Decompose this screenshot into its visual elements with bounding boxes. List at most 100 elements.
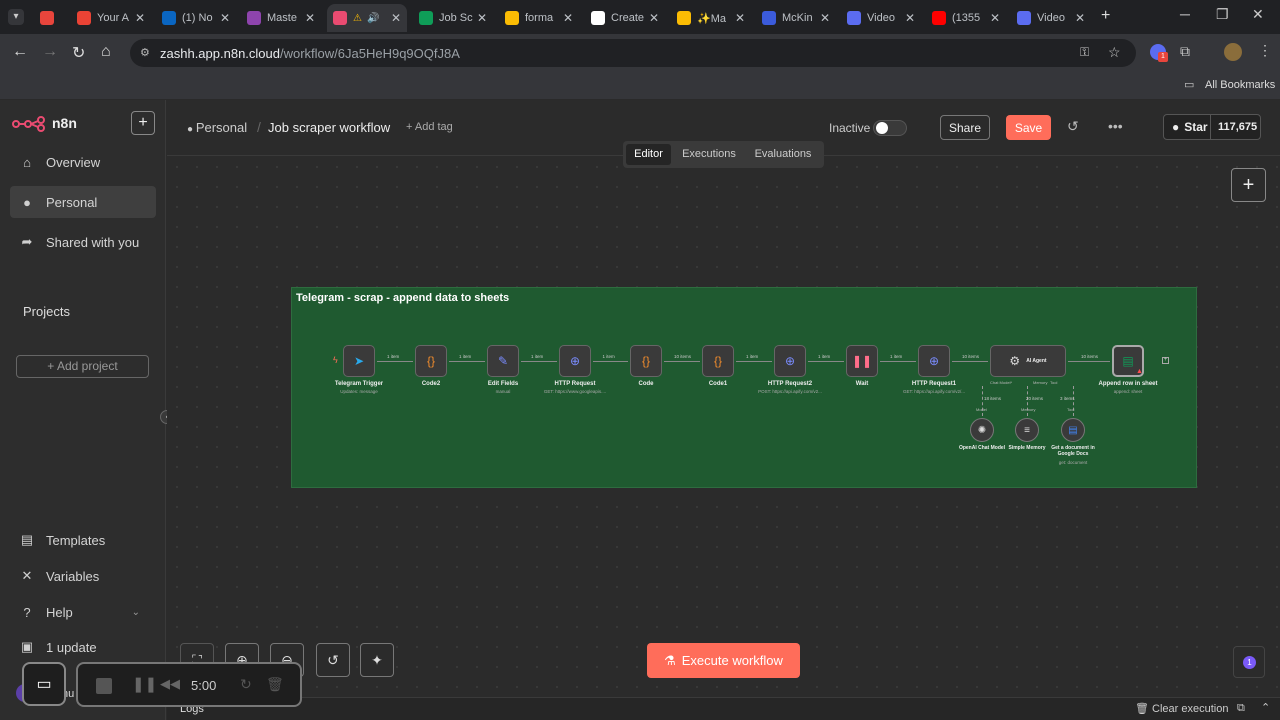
- sidebar-item-variables[interactable]: ✕ Variables: [10, 560, 156, 592]
- sub-node[interactable]: ≡: [1015, 418, 1039, 442]
- minimize-icon[interactable]: ─: [1180, 6, 1190, 22]
- reload-icon[interactable]: ↻: [72, 43, 85, 63]
- profile-avatar[interactable]: [1224, 43, 1242, 61]
- browser-tab[interactable]: Job Sc ✕: [413, 4, 493, 32]
- maximize-icon[interactable]: ❐: [1216, 6, 1229, 23]
- connection-line[interactable]: [449, 361, 485, 362]
- active-toggle[interactable]: [873, 120, 907, 136]
- breadcrumb[interactable]: ● Personal: [187, 120, 247, 135]
- connection-line[interactable]: [952, 361, 988, 362]
- browser-tab[interactable]: ⚠ 🔊 ✕: [327, 4, 407, 32]
- tab-executions[interactable]: Executions: [678, 144, 740, 165]
- workflow-node[interactable]: ✎: [487, 345, 519, 377]
- close-tab-icon[interactable]: ✕: [905, 11, 915, 25]
- browser-tab[interactable]: Create ✕: [585, 4, 665, 32]
- close-tab-icon[interactable]: ✕: [649, 11, 659, 25]
- workflow-node[interactable]: {}: [630, 345, 662, 377]
- home-icon[interactable]: ⌂: [101, 43, 111, 61]
- connection-line[interactable]: [664, 361, 700, 362]
- sub-node[interactable]: ✺: [970, 418, 994, 442]
- forward-icon[interactable]: →: [42, 43, 58, 61]
- bookmark-star-icon[interactable]: ☆: [1108, 44, 1121, 61]
- all-bookmarks-link[interactable]: All Bookmarks: [1205, 79, 1275, 91]
- close-tab-icon[interactable]: ✕: [735, 11, 745, 25]
- close-tab-icon[interactable]: ✕: [820, 11, 830, 25]
- tidy-up-icon[interactable]: ✦: [360, 643, 394, 677]
- close-tab-icon[interactable]: ✕: [563, 11, 573, 25]
- camera-toggle-icon[interactable]: ▭: [22, 662, 66, 706]
- browser-tab[interactable]: [34, 4, 66, 32]
- tab-list-chevron-icon[interactable]: ▾: [8, 9, 24, 25]
- create-button[interactable]: +: [131, 111, 155, 135]
- close-tab-icon[interactable]: ✕: [990, 11, 1000, 25]
- close-tab-icon[interactable]: ✕: [391, 11, 401, 25]
- close-tab-icon[interactable]: ✕: [135, 11, 145, 25]
- github-star-button[interactable]: ● Star 117,675: [1163, 114, 1261, 140]
- add-node-button[interactable]: +: [1231, 168, 1266, 202]
- omnibox[interactable]: ⚙ zashh.app.n8n.cloud/workflow/6Ja5HeH9q…: [130, 39, 1136, 67]
- browser-tab[interactable]: Your A ✕: [71, 4, 151, 32]
- browser-menu-icon[interactable]: ⋮: [1258, 42, 1272, 59]
- browser-tab[interactable]: Maste ✕: [241, 4, 321, 32]
- rewind-icon[interactable]: ◀◀: [160, 676, 180, 692]
- close-window-icon[interactable]: ✕: [1252, 6, 1264, 23]
- close-tab-icon[interactable]: ✕: [1075, 11, 1085, 25]
- close-tab-icon[interactable]: ✕: [477, 11, 487, 25]
- sub-node[interactable]: ▤: [1061, 418, 1085, 442]
- add-next-node-icon[interactable]: +: [1162, 357, 1169, 364]
- save-button[interactable]: Save: [1006, 115, 1051, 140]
- connection-line[interactable]: [377, 361, 413, 362]
- sidebar-item-update[interactable]: ▣ 1 update: [10, 631, 156, 663]
- add-project-button[interactable]: + Add project: [16, 355, 149, 378]
- sticky-note[interactable]: Telegram - scrap - append data to sheets: [291, 287, 1197, 488]
- workflow-node[interactable]: ⊕: [918, 345, 950, 377]
- reset-zoom-icon[interactable]: ↺: [316, 643, 350, 677]
- history-icon[interactable]: ↺: [1067, 118, 1079, 135]
- popout-icon[interactable]: ⧉: [1237, 702, 1245, 715]
- sidebar-item-shared[interactable]: ➦ Shared with you: [10, 226, 156, 258]
- chevron-up-icon[interactable]: ⌃: [1261, 701, 1270, 714]
- workflow-node[interactable]: {}: [415, 345, 447, 377]
- restart-icon[interactable]: ↻: [240, 676, 252, 693]
- close-tab-icon[interactable]: ✕: [220, 11, 230, 25]
- ask-assistant-button[interactable]: 1: [1233, 646, 1265, 678]
- logs-bar[interactable]: Logs 🗑 Clear execution ⧉ ⌃: [167, 697, 1280, 720]
- browser-tab[interactable]: McKin ✕: [756, 4, 836, 32]
- workflow-node[interactable]: ⊕: [774, 345, 806, 377]
- workflow-node[interactable]: ⊕: [559, 345, 591, 377]
- connection-line[interactable]: [808, 361, 844, 362]
- pause-icon[interactable]: ❚❚: [132, 675, 157, 693]
- connection-line[interactable]: [1068, 361, 1110, 362]
- browser-tab[interactable]: (1) No ✕: [156, 4, 236, 32]
- workflow-node[interactable]: ❚❚: [846, 345, 878, 377]
- workflow-node[interactable]: {}: [702, 345, 734, 377]
- sidebar-item-help[interactable]: ? Help ⌄: [10, 596, 156, 628]
- workflow-node[interactable]: ⚙ AI Agent: [990, 345, 1066, 377]
- sidebar-item-overview[interactable]: ⌂ Overview: [10, 146, 156, 178]
- browser-tab[interactable]: (1355 ✕: [926, 4, 1006, 32]
- workflow-node[interactable]: ➤: [343, 345, 375, 377]
- connection-line[interactable]: [521, 361, 557, 362]
- connection-line[interactable]: [880, 361, 916, 362]
- more-options-icon[interactable]: •••: [1108, 118, 1123, 134]
- add-tag-link[interactable]: + Add tag: [406, 121, 453, 133]
- clear-execution-button[interactable]: 🗑 Clear execution: [1135, 702, 1228, 715]
- connection-line[interactable]: [593, 361, 628, 362]
- stop-recording-icon[interactable]: [96, 678, 112, 694]
- back-icon[interactable]: ←: [12, 43, 28, 61]
- browser-tab[interactable]: ✨Ma ✕: [671, 4, 751, 32]
- tab-editor[interactable]: Editor: [626, 144, 671, 165]
- sidebar-item-templates[interactable]: ▤ Templates: [10, 524, 156, 556]
- close-tab-icon[interactable]: ✕: [305, 11, 315, 25]
- tab-evaluations[interactable]: Evaluations: [748, 144, 818, 165]
- connection-line[interactable]: [736, 361, 772, 362]
- browser-tab[interactable]: Video ✕: [841, 4, 921, 32]
- workflow-name[interactable]: Job scraper workflow: [268, 120, 390, 135]
- delete-icon[interactable]: 🗑: [266, 676, 284, 693]
- extensions-puzzle-icon[interactable]: ⧉: [1180, 43, 1190, 60]
- password-key-icon[interactable]: ⚿: [1080, 45, 1089, 60]
- browser-tab[interactable]: forma ✕: [499, 4, 579, 32]
- share-button[interactable]: Share: [940, 115, 990, 140]
- execute-workflow-button[interactable]: ⚗ Execute workflow: [647, 643, 800, 678]
- sidebar-item-personal[interactable]: ● Personal: [10, 186, 156, 218]
